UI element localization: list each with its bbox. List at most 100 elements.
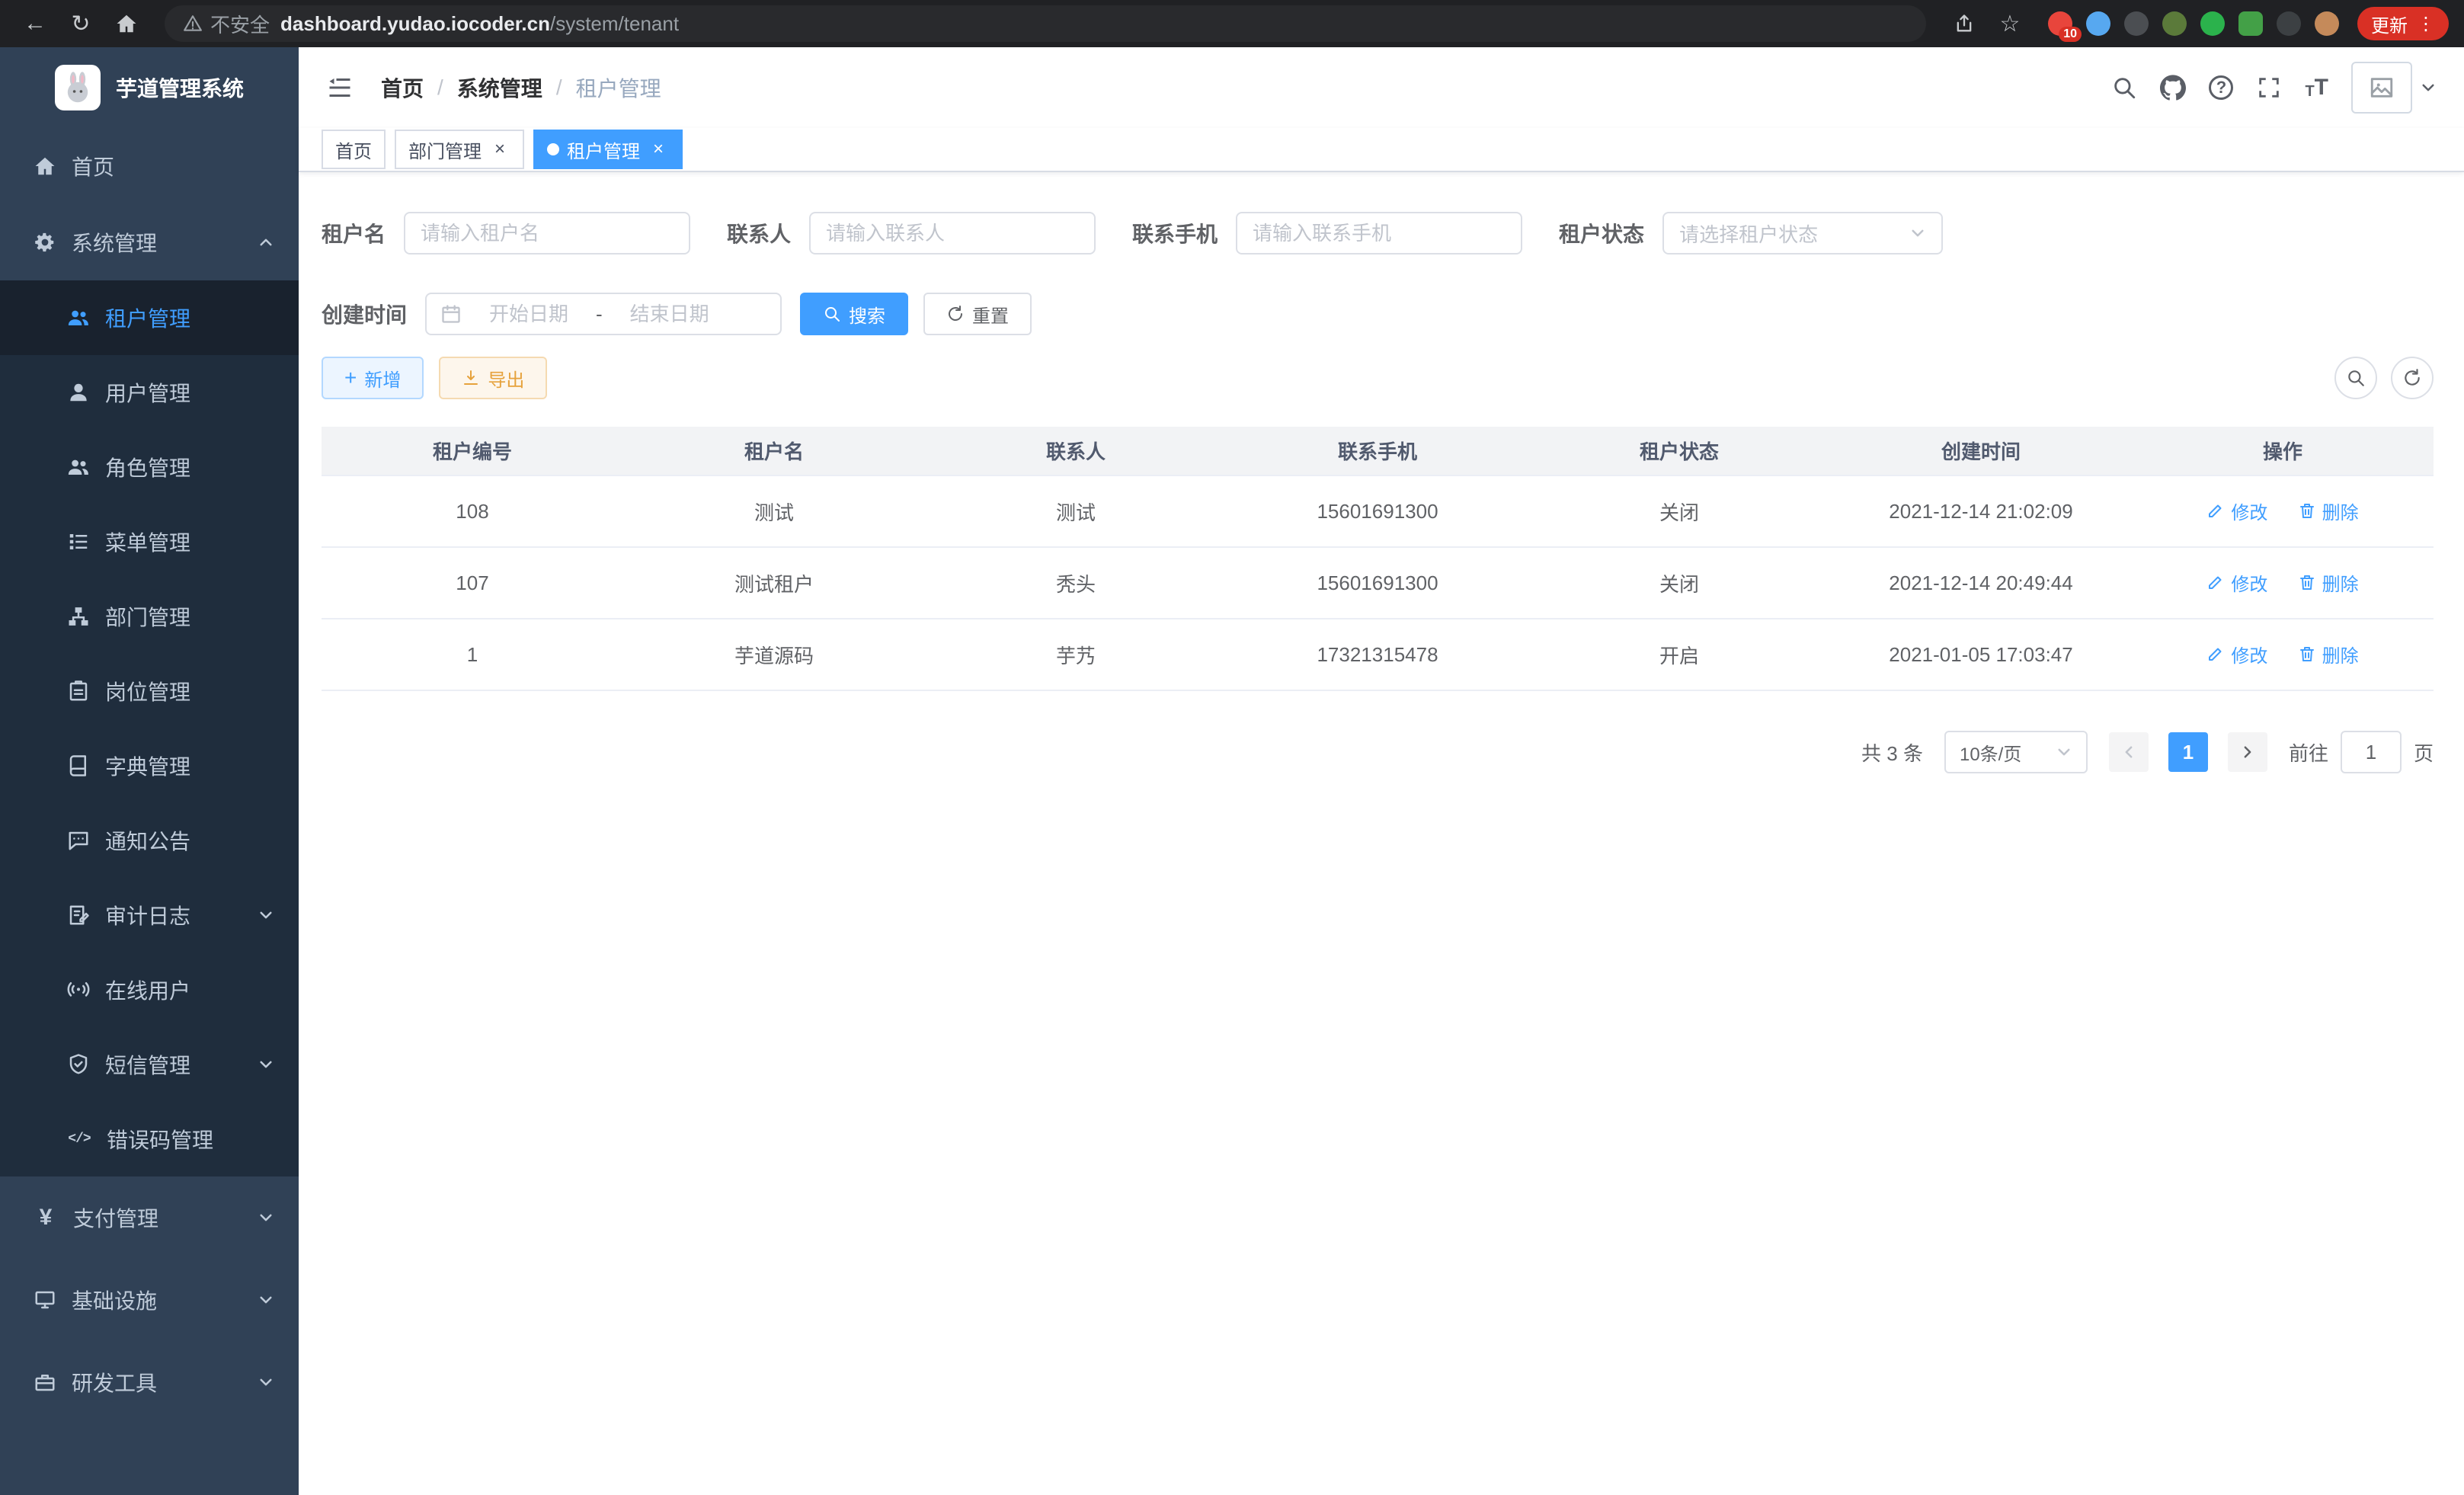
- export-button[interactable]: 导出: [439, 357, 547, 399]
- table-toolbar: + 新增 导出: [322, 357, 2434, 399]
- browser-reload-button[interactable]: ↻: [61, 4, 101, 43]
- sidebar-item-user[interactable]: 用户管理: [0, 355, 299, 430]
- cell-phone: 15601691300: [1227, 547, 1528, 619]
- user-avatar-dropdown[interactable]: [2351, 62, 2437, 114]
- extension-icon[interactable]: [2238, 11, 2263, 36]
- cell-tenant-id: 108: [322, 475, 623, 547]
- date-range-picker[interactable]: -: [425, 293, 782, 335]
- org-tree-icon: [67, 605, 90, 628]
- bookmark-button[interactable]: ☆: [1990, 4, 2030, 43]
- sidebar-item-menu[interactable]: 菜单管理: [0, 504, 299, 579]
- sidebar-item-notice[interactable]: 通知公告: [0, 803, 299, 878]
- sidebar-item-infrastructure[interactable]: 基础设施: [0, 1259, 299, 1341]
- page-number-button[interactable]: 1: [2168, 732, 2208, 772]
- sidebar-item-label: 通知公告: [105, 825, 190, 856]
- next-page-button[interactable]: [2228, 732, 2267, 772]
- breadcrumb: 首页 / 系统管理 / 租户管理: [381, 72, 661, 103]
- extension-icon[interactable]: 10: [2048, 11, 2072, 36]
- question-icon: ?: [2216, 78, 2226, 98]
- edit-button[interactable]: 修改: [2206, 498, 2267, 524]
- tab-tenant[interactable]: 租户管理 ×: [533, 130, 683, 169]
- github-icon[interactable]: [2160, 75, 2186, 101]
- edit-button[interactable]: 修改: [2206, 641, 2267, 667]
- broken-image-icon: [2369, 75, 2395, 101]
- filter-contact: 联系人: [727, 212, 1096, 255]
- tenant-table: 租户编号 租户名 联系人 联系手机 租户状态 创建时间 操作 108 测试 测试: [322, 427, 2434, 691]
- extension-puzzle-icon[interactable]: [2277, 11, 2301, 36]
- sidebar-item-post[interactable]: 岗位管理: [0, 654, 299, 728]
- sidebar-fold-button[interactable]: [326, 74, 354, 101]
- fullscreen-icon[interactable]: [2256, 75, 2282, 101]
- sidebar-item-online-users[interactable]: 在线用户: [0, 952, 299, 1027]
- share-button[interactable]: [1944, 4, 1984, 43]
- sidebar-item-tenant[interactable]: 租户管理: [0, 280, 299, 355]
- extension-icon[interactable]: [2200, 11, 2225, 36]
- delete-button[interactable]: 删除: [2298, 569, 2359, 596]
- browser-home-button[interactable]: [107, 4, 146, 43]
- breadcrumb-system[interactable]: 系统管理: [457, 72, 542, 103]
- security-warning[interactable]: 不安全: [183, 10, 270, 38]
- help-button[interactable]: ?: [2209, 75, 2233, 100]
- sidebar-item-error-code[interactable]: </> 错误码管理: [0, 1102, 299, 1176]
- add-button[interactable]: + 新增: [322, 357, 424, 399]
- font-size-button[interactable]: TT: [2305, 76, 2328, 99]
- cell-status: 关闭: [1528, 547, 1830, 619]
- sidebar-item-home[interactable]: 首页: [0, 128, 299, 204]
- goto-page-input[interactable]: [2341, 731, 2402, 773]
- reset-button[interactable]: 重置: [923, 293, 1032, 335]
- extension-icon[interactable]: [2162, 11, 2187, 36]
- contact-input[interactable]: [809, 212, 1096, 255]
- toolbar-right: [2334, 357, 2434, 399]
- toolbox-icon: [34, 1371, 56, 1394]
- edit-pencil-icon: [2206, 501, 2225, 520]
- export-button-label: 导出: [488, 365, 524, 392]
- sidebar-item-system[interactable]: 系统管理: [0, 204, 299, 280]
- sidebar-item-sms[interactable]: 短信管理: [0, 1027, 299, 1102]
- tab-home[interactable]: 首页: [322, 130, 386, 169]
- page-size-select[interactable]: 10条/页: [1944, 731, 2088, 773]
- sidebar-item-devtools[interactable]: 研发工具: [0, 1341, 299, 1423]
- close-icon[interactable]: ×: [648, 139, 669, 160]
- browser-back-button[interactable]: ←: [15, 4, 55, 43]
- navbar: 首页 / 系统管理 / 租户管理 ? TT: [299, 47, 2464, 128]
- phone-input[interactable]: [1236, 212, 1522, 255]
- extension-icon[interactable]: [2086, 11, 2110, 36]
- sidebar-item-label: 在线用户: [105, 975, 190, 1005]
- sidebar-item-label: 菜单管理: [105, 527, 190, 557]
- announcement-icon: [67, 829, 90, 852]
- sidebar-item-label: 短信管理: [105, 1049, 190, 1080]
- sidebar-item-audit-log[interactable]: 审计日志: [0, 878, 299, 952]
- close-icon[interactable]: ×: [489, 139, 510, 160]
- column-tenant-id: 租户编号: [322, 427, 623, 475]
- search-button[interactable]: 搜索: [800, 293, 908, 335]
- extension-icon[interactable]: [2124, 11, 2149, 36]
- end-date-input[interactable]: [609, 303, 731, 326]
- search-icon[interactable]: [2111, 75, 2137, 101]
- tenant-name-input[interactable]: [404, 212, 690, 255]
- refresh-table-button[interactable]: [2391, 357, 2434, 399]
- browser-update-button[interactable]: 更新 ⋮: [2357, 7, 2449, 40]
- edit-button[interactable]: 修改: [2206, 569, 2267, 596]
- sidebar-item-role[interactable]: 角色管理: [0, 430, 299, 504]
- cell-created: 2021-12-14 21:02:09: [1830, 475, 2132, 547]
- delete-button[interactable]: 删除: [2298, 498, 2359, 524]
- toggle-search-button[interactable]: [2334, 357, 2377, 399]
- tab-dept[interactable]: 部门管理 ×: [395, 130, 524, 169]
- sidebar-item-label: 首页: [72, 151, 114, 181]
- url-bar[interactable]: 不安全 dashboard.yudao.iocoder.cn/system/te…: [165, 5, 1926, 42]
- chevron-down-icon: [258, 1209, 274, 1226]
- breadcrumb-home[interactable]: 首页: [381, 72, 424, 103]
- app-logo[interactable]: 芋道管理系统: [0, 47, 299, 128]
- delete-button[interactable]: 删除: [2298, 641, 2359, 667]
- start-date-input[interactable]: [468, 303, 590, 326]
- prev-page-button[interactable]: [2109, 732, 2149, 772]
- sidebar-item-payment[interactable]: ¥ 支付管理: [0, 1176, 299, 1259]
- column-actions: 操作: [2132, 427, 2434, 475]
- status-select[interactable]: 请选择租户状态: [1662, 212, 1943, 255]
- sidebar-item-label: 租户管理: [105, 303, 190, 333]
- browser-menu-icon[interactable]: ⋮: [2417, 13, 2435, 35]
- sidebar-item-dept[interactable]: 部门管理: [0, 579, 299, 654]
- filter-tenant-name: 租户名: [322, 212, 690, 255]
- profile-avatar[interactable]: [2315, 11, 2339, 36]
- sidebar-item-dict[interactable]: 字典管理: [0, 728, 299, 803]
